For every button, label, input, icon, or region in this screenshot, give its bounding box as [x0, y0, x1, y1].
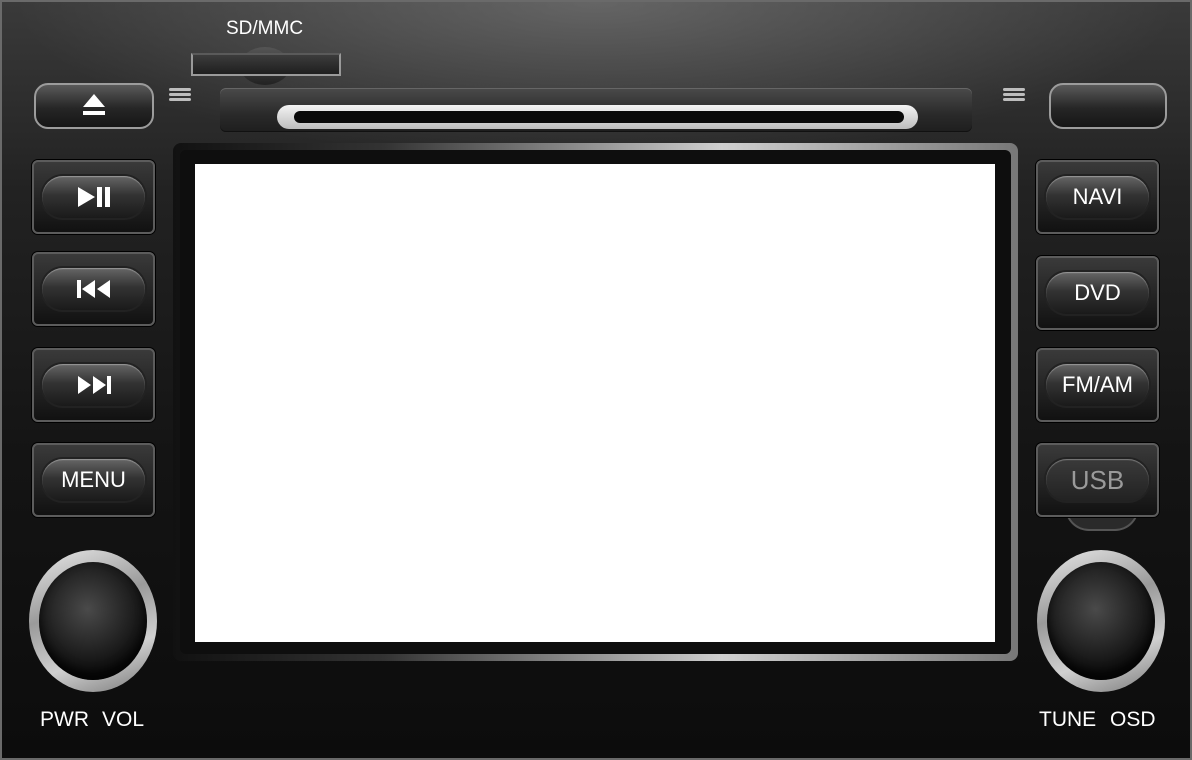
tune-osd-knob-face [1047, 562, 1155, 680]
dvd-button[interactable]: DVD [1036, 256, 1159, 330]
tune-osd-knob[interactable] [1037, 550, 1165, 692]
navi-button[interactable]: NAVI [1036, 160, 1159, 234]
disc-slot-opening [294, 111, 904, 123]
right-vent-decoration [1003, 86, 1025, 101]
fm-am-button[interactable]: FM/AM [1036, 348, 1159, 422]
navi-button-label: NAVI [1046, 176, 1149, 218]
fm-am-button-label: FM/AM [1046, 364, 1149, 406]
next-track-pill [42, 364, 145, 406]
previous-track-button[interactable] [32, 252, 155, 326]
pwr-label: PWR [40, 708, 89, 731]
eject-icon [82, 94, 106, 118]
vol-label: VOL [102, 708, 145, 731]
skip-forward-icon [77, 376, 111, 394]
usb-label: USB [1046, 459, 1149, 501]
next-track-button[interactable] [32, 348, 155, 422]
menu-button[interactable]: MENU [32, 443, 155, 517]
top-right-blank-button[interactable] [1049, 83, 1167, 129]
osd-label: OSD [1110, 708, 1156, 731]
sd-mmc-card-slot[interactable] [191, 53, 341, 76]
sd-mmc-label: SD/MMC [226, 18, 304, 39]
tune-label: TUNE [1039, 708, 1097, 731]
previous-track-pill [42, 268, 145, 310]
play-pause-pill [42, 176, 145, 218]
power-volume-knob-face [39, 562, 147, 680]
dvd-button-label: DVD [1046, 272, 1149, 314]
left-vent-decoration [169, 86, 191, 101]
display-screen[interactable] [195, 164, 995, 642]
play-pause-button[interactable] [32, 160, 155, 234]
play-pause-icon [77, 187, 110, 207]
head-unit-panel: SD/MMC MENU NAVI DVD FM/AM USB PWR VOL T… [0, 0, 1192, 760]
usb-port-cover[interactable]: USB [1036, 443, 1159, 517]
eject-button[interactable] [34, 83, 154, 129]
menu-button-label: MENU [42, 459, 145, 501]
power-volume-knob[interactable] [29, 550, 157, 692]
skip-back-icon [76, 280, 110, 298]
